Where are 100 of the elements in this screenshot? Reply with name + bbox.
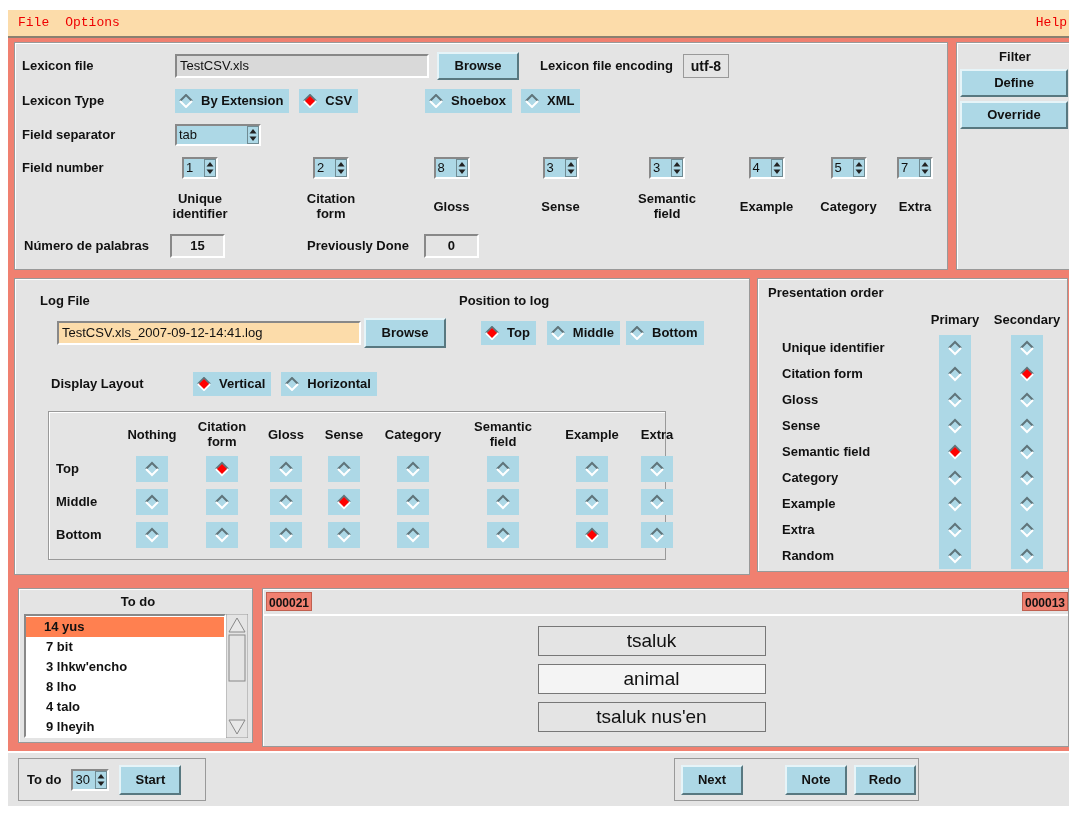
column-label: Example: [738, 199, 795, 215]
radio-icon[interactable]: [630, 326, 645, 340]
browse-button[interactable]: Browse: [364, 318, 446, 348]
radio-button[interactable]: [136, 455, 168, 482]
start-button[interactable]: Start: [119, 764, 182, 795]
row-label: Middle: [55, 492, 99, 511]
field-label: Lexicon Type: [22, 92, 106, 111]
radio-button[interactable]: [397, 521, 429, 548]
file-field[interactable]: TestCSV.xls: [175, 54, 429, 78]
list-item[interactable]: 8 lho: [26, 677, 224, 697]
radio-button[interactable]: [939, 543, 971, 569]
nav-button[interactable]: Note: [785, 764, 847, 795]
radio-button[interactable]: [397, 455, 429, 482]
radio-button[interactable]: [206, 488, 238, 515]
filter-button[interactable]: Define: [960, 69, 1068, 97]
scrollbar[interactable]: [226, 614, 248, 738]
log-file-field[interactable]: TestCSV.xls_2007-09-12-14:41.log: [57, 321, 361, 345]
radio-icon[interactable]: [429, 94, 444, 108]
radio-button[interactable]: [328, 488, 360, 515]
nav-button[interactable]: Redo: [854, 764, 916, 795]
spin-box[interactable]: 3: [649, 157, 685, 179]
list-item[interactable]: 7 bit: [26, 637, 224, 657]
section-title: Presentation order: [768, 284, 885, 302]
radio-button[interactable]: Vertical: [193, 372, 272, 396]
spin-box[interactable]: 7: [897, 157, 933, 179]
list-item[interactable]: 4 talo: [26, 697, 224, 717]
radio-button[interactable]: Shoebox: [425, 89, 512, 113]
list-item[interactable]: 14 yus: [26, 617, 224, 637]
radio-button[interactable]: [206, 521, 238, 548]
browse-button[interactable]: Browse: [437, 52, 519, 80]
radio-button[interactable]: Top: [481, 321, 536, 345]
column-label: Gloss: [267, 427, 305, 443]
radio-icon[interactable]: [285, 377, 300, 391]
spin-box[interactable]: 5: [830, 157, 867, 179]
radio-icon[interactable]: [550, 326, 565, 340]
row-label: Citation form: [782, 365, 864, 384]
radio-button[interactable]: [487, 488, 519, 515]
field-label: To do: [27, 770, 62, 789]
spin-box[interactable]: 2: [313, 157, 349, 179]
column-label: Sense: [324, 427, 364, 443]
radio-button[interactable]: [136, 488, 168, 515]
list-item[interactable]: 3 lhkw'encho: [26, 657, 224, 677]
spin-box[interactable]: 3: [542, 157, 579, 179]
radio-button[interactable]: Bottom: [626, 321, 704, 345]
column-label: Nothing: [127, 427, 177, 443]
radio-button[interactable]: [641, 521, 673, 548]
column-label: Semantic field: [637, 192, 697, 222]
spin-box[interactable]: tab: [175, 124, 261, 146]
spin-box[interactable]: 30: [71, 768, 110, 791]
radio-button[interactable]: [270, 488, 302, 515]
column-label: Unique identifier: [171, 192, 229, 222]
filter-button[interactable]: Override: [960, 101, 1068, 129]
radio-button[interactable]: [576, 521, 608, 548]
radio-button[interactable]: [1011, 543, 1043, 569]
row-label: Category: [782, 469, 840, 488]
radio-button[interactable]: Horizontal: [281, 372, 377, 396]
radio-button[interactable]: [576, 488, 608, 515]
field-label: Lexicon file: [22, 57, 95, 76]
column-label: Citation form: [196, 420, 248, 450]
radio-icon[interactable]: [485, 326, 499, 340]
row-label: Sense: [782, 417, 822, 436]
radio-button[interactable]: [328, 521, 360, 548]
radio-button[interactable]: [576, 455, 608, 482]
column-label: Example: [565, 427, 619, 443]
radio-icon[interactable]: [525, 94, 539, 108]
radio-button[interactable]: [1011, 335, 1043, 361]
radio-button[interactable]: Middle: [546, 321, 621, 345]
radio-button[interactable]: [270, 521, 302, 548]
radio-button[interactable]: [328, 455, 360, 482]
spin-box[interactable]: 4: [748, 157, 785, 179]
spin-box[interactable]: 8: [433, 157, 470, 179]
radio-button[interactable]: [641, 488, 673, 515]
list-item[interactable]: 9 lheyih: [26, 717, 224, 737]
field-label: Field number: [22, 159, 105, 177]
radio-button[interactable]: CSV: [299, 89, 359, 113]
radio-icon[interactable]: [179, 94, 193, 108]
radio-button[interactable]: [487, 455, 519, 482]
radio-button[interactable]: [641, 455, 673, 482]
field-label: Previously Done: [307, 237, 409, 256]
nav-button[interactable]: Next: [681, 764, 743, 795]
radio-button[interactable]: [270, 455, 302, 482]
row-label: Example: [782, 495, 837, 514]
column-label: Category: [819, 199, 878, 215]
radio-button[interactable]: [939, 335, 971, 361]
radio-button[interactable]: XML: [521, 89, 581, 113]
radio-icon[interactable]: [197, 377, 211, 391]
section-title: To do: [119, 593, 157, 611]
field-label: Position to log: [459, 292, 550, 310]
row-label: Top: [55, 459, 80, 478]
radio-button[interactable]: [487, 521, 519, 548]
row-label: Extra: [782, 521, 816, 540]
radio-icon[interactable]: [303, 94, 318, 108]
radio-button[interactable]: [136, 521, 168, 548]
spin-box[interactable]: 1: [182, 157, 218, 179]
row-label: Semantic field: [782, 443, 872, 462]
column-label: Primary: [930, 311, 980, 330]
word-display: tsaluk: [537, 626, 766, 656]
radio-button[interactable]: [397, 488, 429, 515]
radio-button[interactable]: [206, 455, 238, 482]
radio-button[interactable]: By Extension: [175, 89, 290, 113]
